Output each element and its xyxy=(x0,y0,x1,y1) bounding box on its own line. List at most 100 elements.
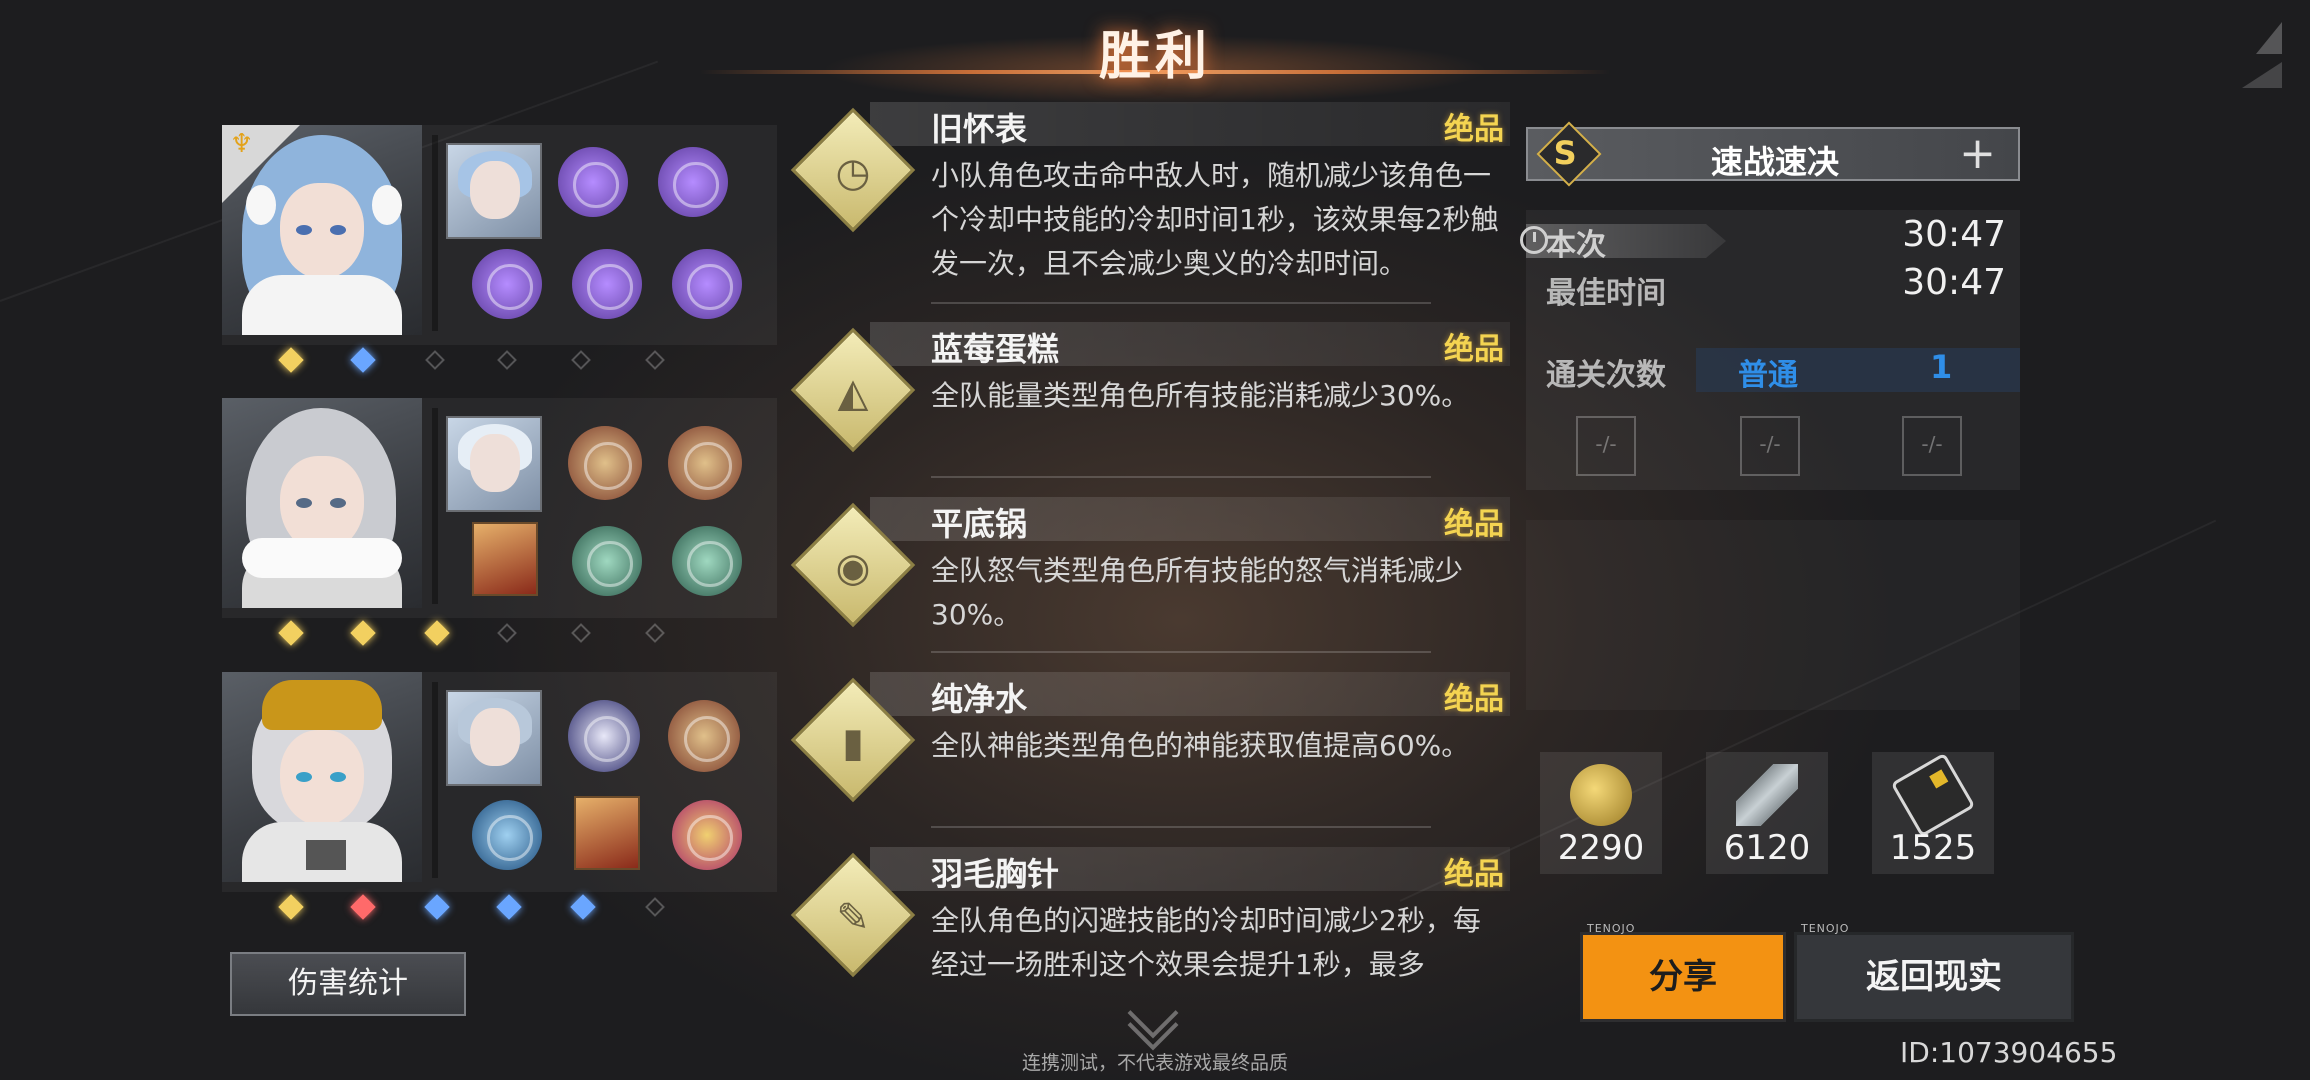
relic-grade: 绝品 xyxy=(1444,112,1504,147)
water-bottle-icon: ▮ xyxy=(841,719,864,766)
relic-description: 全队神能类型角色的神能获取值提高60%。 xyxy=(931,729,1470,762)
collapse-icon[interactable] xyxy=(2256,22,2282,54)
relic-item[interactable]: ▮ 纯净水 绝品 全队神能类型角色的神能获取值提高60%。 xyxy=(790,672,1510,842)
relic-item[interactable]: ◭ 蓝莓蛋糕 绝品 全队能量类型角色所有技能消耗减少30%。 xyxy=(790,322,1510,492)
relic-item[interactable]: ◉ 平底锅 绝品 全队怒气类型角色所有技能的怒气消耗减少30%。 xyxy=(790,497,1510,667)
equipped-card-slot[interactable] xyxy=(446,416,542,512)
page-title: 胜利 xyxy=(1098,27,1211,87)
character-card[interactable] xyxy=(222,398,777,646)
ability-card-icon[interactable] xyxy=(472,522,538,596)
star-empty xyxy=(571,350,591,370)
stats-panel-empty xyxy=(1526,520,2020,710)
ability-emblem-icon[interactable] xyxy=(672,800,742,870)
ability-emblem-icon[interactable] xyxy=(558,147,628,217)
best-time-label: 最佳时间 xyxy=(1546,276,1666,311)
clock-icon xyxy=(1520,226,1548,254)
relic-description: 小队角色攻击命中敌人时，随机减少该角色一个冷却中技能的冷却时间1秒，该效果每2秒… xyxy=(931,159,1499,280)
relic-name: 羽毛胸针 xyxy=(931,855,1060,893)
star-empty xyxy=(645,350,665,370)
current-label: 本次 xyxy=(1546,228,1606,263)
stats-panel: 本次 30:47 最佳时间 30:47 通关次数 普通 1 -/- -/- -/… xyxy=(1520,210,2020,490)
equipped-card-slot[interactable] xyxy=(446,690,542,786)
cake-icon: ◭ xyxy=(837,369,869,416)
record-slot: -/- xyxy=(1576,416,1636,476)
difficulty-mode: 普通 xyxy=(1738,358,1798,393)
star-empty xyxy=(571,623,591,643)
relic-grade: 绝品 xyxy=(1444,857,1504,892)
ability-emblem-icon[interactable] xyxy=(672,249,742,319)
leader-crown-icon: ♆ xyxy=(230,129,254,159)
clear-count: 1 xyxy=(1930,348,1953,386)
relic-description: 全队能量类型角色所有技能消耗减少30%。 xyxy=(931,379,1470,412)
equipped-card-slot[interactable] xyxy=(446,143,542,239)
ability-emblem-icon[interactable] xyxy=(568,426,642,500)
victory-header: 胜利 xyxy=(700,0,1610,110)
relic-grade: 绝品 xyxy=(1444,507,1504,542)
relic-name: 旧怀表 xyxy=(931,110,1028,148)
star-gold xyxy=(278,894,304,920)
character-card[interactable]: ♆ xyxy=(222,125,777,373)
damage-stats-button[interactable]: 伤害统计 xyxy=(230,952,466,1016)
ability-emblem-icon[interactable] xyxy=(658,147,728,217)
star-gold xyxy=(424,620,450,646)
star-gold xyxy=(350,620,376,646)
reward-item[interactable]: 1525 xyxy=(1872,752,1994,874)
ability-emblem-icon[interactable] xyxy=(472,249,542,319)
challenge-banner[interactable]: S 速战速决 + xyxy=(1526,121,2020,187)
relic-description: 全队角色的闪避技能的冷却时间减少2秒，每经过一场胜利这个效果会提升1秒，最多 xyxy=(931,904,1481,981)
relic-grade: 绝品 xyxy=(1444,682,1504,717)
ability-emblem-icon[interactable] xyxy=(568,700,640,772)
character-card[interactable] xyxy=(222,672,777,920)
relic-name: 纯净水 xyxy=(931,680,1028,718)
ability-emblem-icon[interactable] xyxy=(668,700,740,772)
button-tag: TENOJO xyxy=(1587,922,1636,935)
button-tag: TENOJO xyxy=(1801,922,1850,935)
ability-emblem-icon[interactable] xyxy=(668,426,742,500)
star-blue xyxy=(350,347,376,373)
scroll-down-chevron-icon[interactable] xyxy=(1123,987,1183,1051)
pocket-watch-icon: ◷ xyxy=(835,149,871,196)
chain-icon xyxy=(1736,764,1798,826)
ability-emblem-icon[interactable] xyxy=(672,526,742,596)
share-button-label: 分享 xyxy=(1649,957,1717,997)
reward-item[interactable]: 2290 xyxy=(1540,752,1662,874)
record-slot: -/- xyxy=(1740,416,1800,476)
star-blue xyxy=(496,894,522,920)
return-button[interactable]: TENOJO 返回现实 xyxy=(1794,923,2074,1022)
frying-pan-icon: ◉ xyxy=(835,544,871,591)
ability-card-icon[interactable] xyxy=(574,796,640,870)
star-empty xyxy=(497,350,517,370)
coin-icon xyxy=(1570,764,1632,826)
star-gold xyxy=(278,347,304,373)
star-empty xyxy=(645,623,665,643)
best-time: 30:47 xyxy=(1902,262,2006,303)
chip-card-icon xyxy=(1890,752,1976,838)
ability-emblem-icon[interactable] xyxy=(472,800,542,870)
expand-plus-icon[interactable]: + xyxy=(1959,131,1996,177)
reward-amount: 2290 xyxy=(1557,828,1645,868)
relic-item[interactable]: ◷ 旧怀表 绝品 小队角色攻击命中敌人时，随机减少该角色一个冷却中技能的冷却时间… xyxy=(790,102,1510,304)
player-id: ID:1073904655 xyxy=(1900,1036,2118,1069)
star-blue xyxy=(424,894,450,920)
share-button[interactable]: TENOJO 分享 xyxy=(1580,923,1786,1022)
relic-name: 蓝莓蛋糕 xyxy=(931,330,1060,368)
return-button-label: 返回现实 xyxy=(1866,957,2002,997)
star-red xyxy=(350,894,376,920)
character-portrait xyxy=(222,398,422,608)
current-time: 30:47 xyxy=(1902,214,2006,255)
relic-name: 平底锅 xyxy=(931,505,1028,543)
star-empty xyxy=(425,350,445,370)
collapse-icon-lower[interactable] xyxy=(2242,62,2282,88)
reward-item[interactable]: 6120 xyxy=(1706,752,1828,874)
star-blue xyxy=(570,894,596,920)
ability-emblem-icon[interactable] xyxy=(572,249,642,319)
ability-emblem-icon[interactable] xyxy=(572,526,642,596)
star-empty xyxy=(497,623,517,643)
character-portrait xyxy=(222,672,422,882)
star-empty xyxy=(645,897,665,917)
relic-description: 全队怒气类型角色所有技能的怒气消耗减少30%。 xyxy=(931,554,1464,631)
reward-amount: 6120 xyxy=(1723,828,1811,868)
challenge-name: 速战速决 xyxy=(1710,143,1839,181)
star-gold xyxy=(278,620,304,646)
relic-grade: 绝品 xyxy=(1444,332,1504,367)
